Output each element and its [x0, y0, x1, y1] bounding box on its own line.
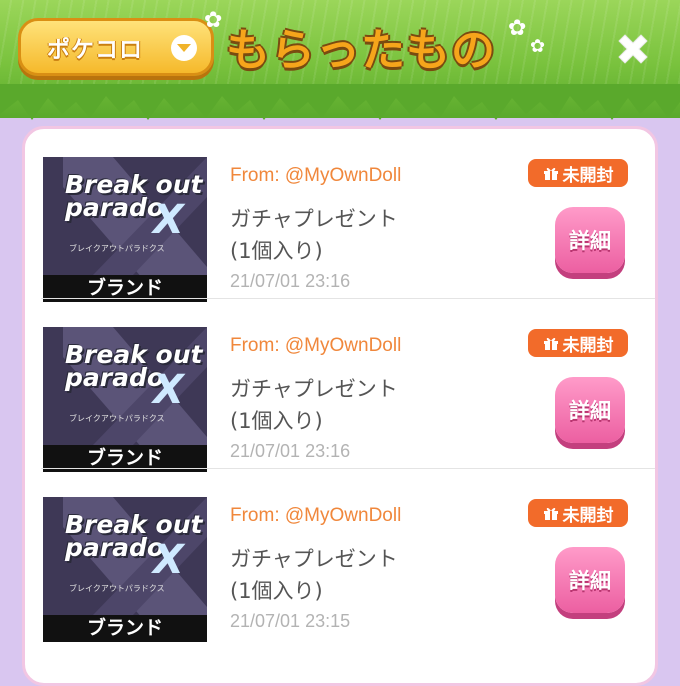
sparkle-icon: ✿	[204, 8, 223, 33]
gift-icon	[543, 507, 558, 520]
received-date: 21/07/01 23:16	[230, 441, 351, 461]
item-title: ガチャプレゼント (1個入り)	[230, 543, 398, 607]
grass-edge	[0, 84, 680, 120]
thumbnail-logo-x: X	[153, 197, 184, 243]
status-badge: 未開封	[528, 329, 628, 357]
item-thumbnail: Break out parado X ブレイクアウトパラドクス ブランド	[43, 157, 207, 302]
close-button[interactable]	[608, 24, 658, 74]
item-title-line: ガチャプレゼント	[230, 547, 398, 571]
thumbnail-logo: Break out parado	[65, 170, 203, 222]
thumbnail-band-label: ブランド	[43, 615, 207, 642]
thumbnail-logo: Break out parado	[65, 510, 203, 562]
item-title: ガチャプレゼント (1個入り)	[230, 373, 398, 437]
received-date: 21/07/01 23:15	[230, 611, 351, 631]
thumbnail-logo-x: X	[153, 367, 184, 413]
sender-label: From: @MyOwnDoll	[230, 165, 402, 186]
item-quantity: (1個入り)	[230, 579, 323, 603]
status-badge-label: 未開封	[562, 335, 614, 356]
received-date: 21/07/01 23:16	[230, 271, 351, 291]
item-thumbnail: Break out parado X ブレイクアウトパラドクス ブランド	[43, 327, 207, 472]
status-badge-label: 未開封	[562, 505, 614, 526]
currency-label: ポケコロ	[47, 37, 143, 63]
received-items-list: Break out parado X ブレイクアウトパラドクス ブランド Fro…	[22, 126, 658, 686]
sparkle-icon: ✿	[508, 16, 527, 41]
gift-icon	[543, 337, 558, 350]
list-item: Break out parado X ブレイクアウトパラドクス ブランド Fro…	[25, 129, 655, 302]
sender-label: From: @MyOwnDoll	[230, 505, 402, 526]
item-title-line: ガチャプレゼント	[230, 207, 398, 231]
page-title: もらったもの	[226, 25, 496, 76]
status-badge: 未開封	[528, 499, 628, 527]
thumbnail-subtitle: ブレイクアウトパラドクス	[69, 414, 165, 423]
item-title: ガチャプレゼント (1個入り)	[230, 203, 398, 267]
thumbnail-logo-x: X	[153, 537, 184, 583]
thumbnail-subtitle: ブレイクアウトパラドクス	[69, 584, 165, 593]
sender-label: From: @MyOwnDoll	[230, 335, 402, 356]
thumbnail-subtitle: ブレイクアウトパラドクス	[69, 244, 165, 253]
item-title-line: ガチャプレゼント	[230, 377, 398, 401]
status-badge: 未開封	[528, 159, 628, 187]
detail-button[interactable]: 詳細	[555, 547, 625, 613]
gift-icon	[543, 167, 558, 180]
header-bar: ポケコロ ✿ もらったもの ✿ ✿	[0, 0, 680, 120]
status-badge-label: 未開封	[562, 165, 614, 186]
currency-dropdown-button[interactable]: ポケコロ	[18, 18, 214, 76]
list-item: Break out parado X ブレイクアウトパラドクス ブランド Fro…	[25, 469, 655, 642]
thumbnail-logo: Break out parado	[65, 340, 203, 392]
detail-button[interactable]: 詳細	[555, 207, 625, 273]
sparkle-icon: ✿	[530, 36, 546, 57]
detail-button[interactable]: 詳細	[555, 377, 625, 443]
item-quantity: (1個入り)	[230, 409, 323, 433]
close-icon	[618, 34, 648, 64]
item-quantity: (1個入り)	[230, 239, 323, 263]
chevron-down-icon	[171, 35, 197, 61]
list-item: Break out parado X ブレイクアウトパラドクス ブランド Fro…	[25, 299, 655, 472]
item-thumbnail: Break out parado X ブレイクアウトパラドクス ブランド	[43, 497, 207, 642]
